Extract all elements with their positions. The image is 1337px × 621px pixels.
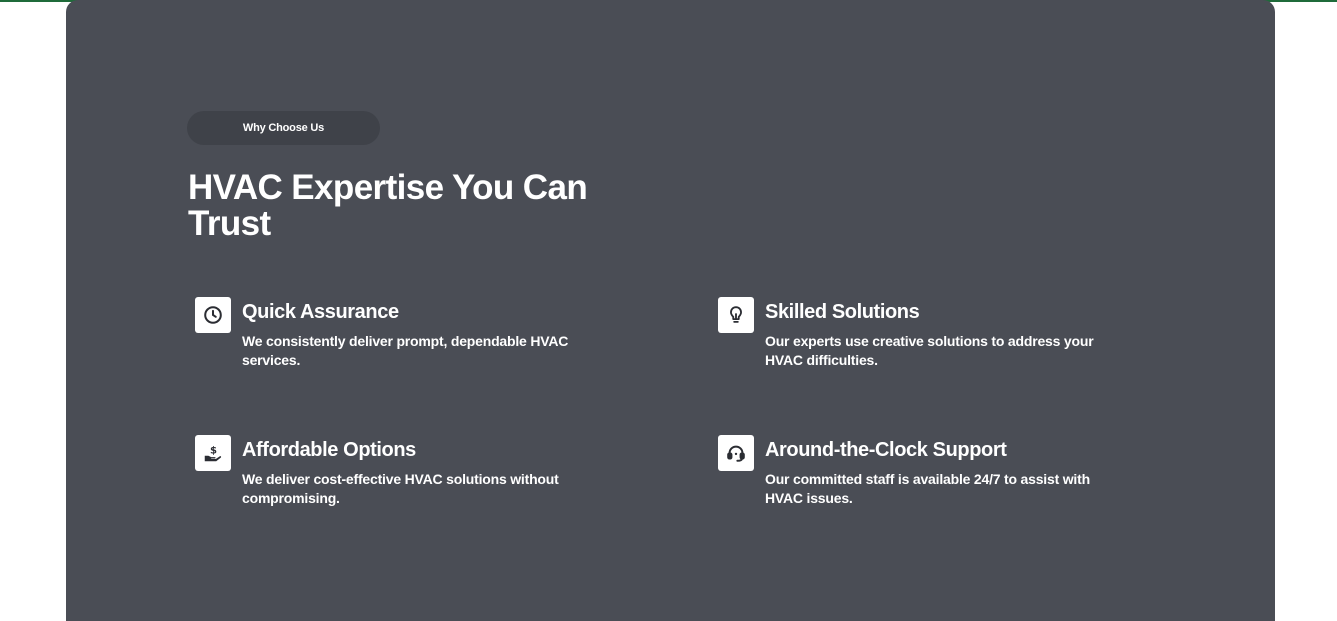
feature-affordable-options: $ Affordable Options We deliver cost-eff… — [195, 435, 625, 515]
feature-skilled-solutions: Skilled Solutions Our experts use creati… — [718, 297, 1148, 377]
feature-title: Skilled Solutions — [765, 301, 920, 323]
feature-quick-assurance: Quick Assurance We consistently deliver … — [195, 297, 625, 377]
feature-description: We deliver cost-effective HVAC solutions… — [242, 471, 559, 506]
feature-around-the-clock-support: Around-the-Clock Support Our committed s… — [718, 435, 1148, 515]
section-badge: Why Choose Us — [187, 111, 380, 145]
feature-title: Affordable Options — [242, 439, 416, 461]
lightbulb-icon — [718, 297, 754, 333]
feature-description: We consistently deliver prompt, dependab… — [242, 333, 569, 368]
section-heading: HVAC Expertise You Can Trust — [188, 168, 588, 243]
headset-icon — [718, 435, 754, 471]
feature-title: Around-the-Clock Support — [765, 439, 1007, 461]
feature-description: Our committed staff is available 24/7 to… — [765, 471, 1090, 506]
svg-text:$: $ — [210, 445, 217, 456]
feature-description: Our experts use creative solutions to ad… — [765, 333, 1094, 368]
clock-icon — [195, 297, 231, 333]
hand-money-icon: $ — [195, 435, 231, 471]
feature-title: Quick Assurance — [242, 301, 399, 323]
